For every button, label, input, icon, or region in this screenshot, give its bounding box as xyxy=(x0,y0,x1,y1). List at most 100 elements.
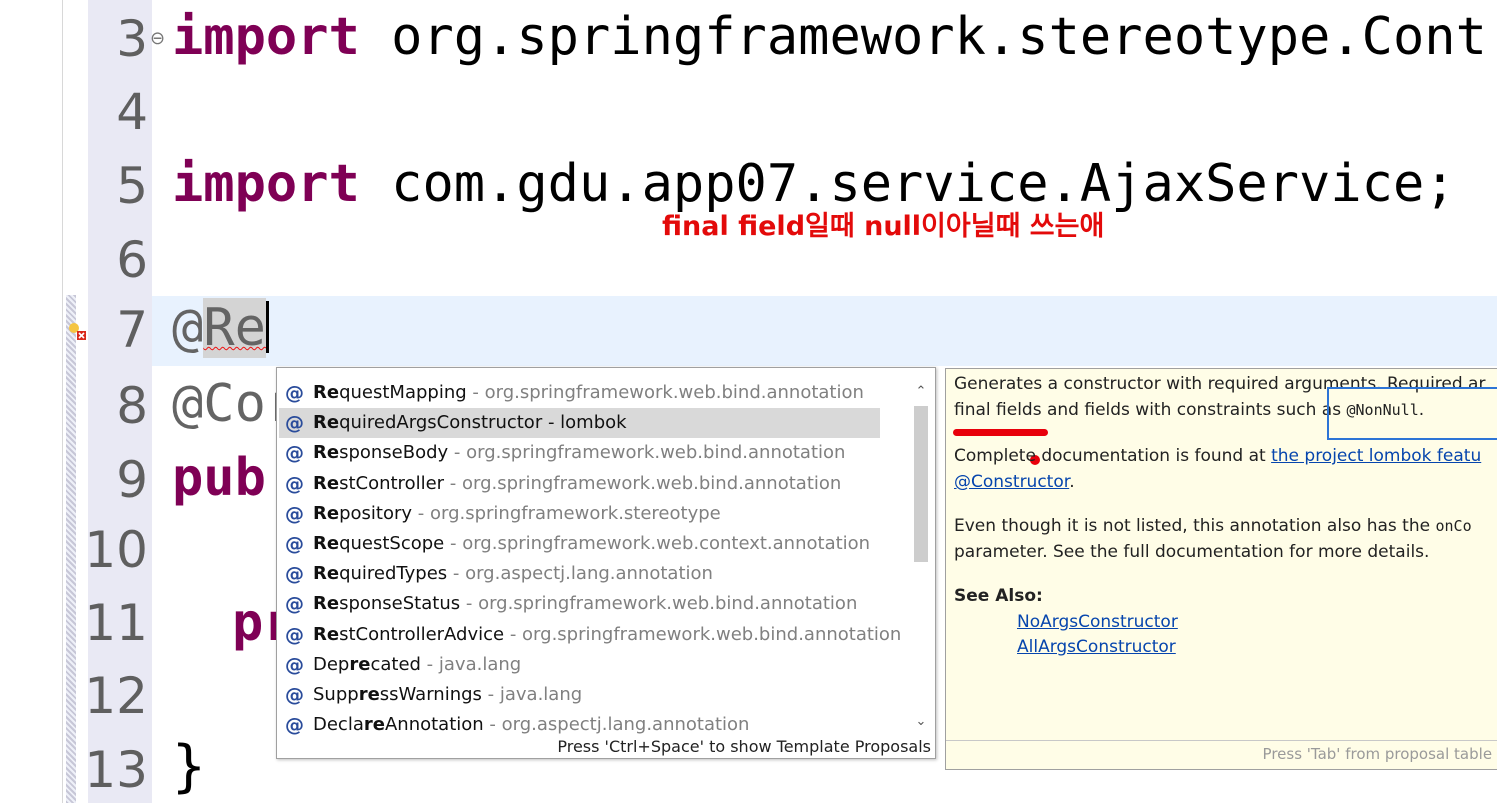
proposal-item[interactable]: @ Repository - org.springframework.stereo… xyxy=(277,499,907,529)
line-number: 8 xyxy=(116,377,148,435)
proposal-item[interactable]: @ SuppressWarnings - java.lang xyxy=(277,680,907,710)
see-also-link-allargs[interactable]: AllArgsConstructor xyxy=(1017,634,1176,660)
proposal-item[interactable]: @ RequestScope - org.springframework.web.… xyxy=(277,529,907,559)
proposal-item-selected[interactable]: @ RequiredArgsConstructor - lombok xyxy=(279,408,880,439)
line-number: 11 xyxy=(84,594,148,652)
annotation-icon: @ xyxy=(285,653,304,676)
proposal-name: Annotation xyxy=(384,714,484,736)
proposal-package: - org.springframework.web.bind.annotatio… xyxy=(444,472,842,494)
proposal-name: questMapping xyxy=(339,382,467,403)
code-line-13[interactable]: } xyxy=(172,736,206,798)
proposal-item[interactable]: @ ResponseBody - org.springframework.web.… xyxy=(277,438,907,468)
proposal-name: stControllerAdvice xyxy=(339,623,505,645)
match-text: Re xyxy=(313,472,340,494)
proposal-name: questScope xyxy=(339,532,445,554)
lombok-feature-link[interactable]: the project lombok featu xyxy=(1271,446,1481,466)
proposal-package: - org.aspectj.lang.annotation xyxy=(447,563,713,585)
proposal-package: - org.springframework.web.bind.annotatio… xyxy=(466,382,864,403)
proposal-name: Dep xyxy=(313,653,350,675)
line-number: 13 xyxy=(84,741,148,799)
handwritten-note: final field일때 null이아닐때 쓰는애 xyxy=(662,211,1105,242)
proposal-item[interactable]: @ DeclareAnnotation - org.aspectj.lang.an… xyxy=(277,710,907,740)
allargs-link[interactable]: AllArgsConstructor xyxy=(1017,637,1176,657)
underline-mark xyxy=(953,429,1048,436)
javadoc-hover[interactable]: Generates a constructor with required ar… xyxy=(945,368,1497,770)
keyword: pub xyxy=(172,448,266,508)
annotation-icon: @ xyxy=(285,502,304,525)
line-number: 3 xyxy=(116,10,148,68)
proposal-package: - org.aspectj.lang.annotation xyxy=(483,714,750,736)
code-line-7[interactable]: @Re xyxy=(172,297,269,359)
proposal-name: quiredTypes xyxy=(339,563,448,585)
proposal-package: - org.springframework.stereotype xyxy=(412,502,721,524)
proposal-package: - org.springframework.web.context.annota… xyxy=(444,532,871,554)
proposal-name: quiredArgsConstructor xyxy=(339,412,543,434)
match-text: re xyxy=(349,653,371,675)
proposal-item[interactable]: @ RequestMapping - org.springframework.we… xyxy=(277,378,907,408)
text-caret xyxy=(265,301,269,353)
match-text: Re xyxy=(313,593,340,615)
proposal-scrollbar[interactable]: ⌃ ⌄ xyxy=(911,380,931,730)
annotation-icon: @ xyxy=(285,563,304,586)
proposal-name: sponseStatus xyxy=(339,593,461,615)
proposal-package: - java.lang xyxy=(481,683,583,705)
scroll-down-icon[interactable]: ⌄ xyxy=(913,714,929,730)
proposal-item[interactable]: @ ResponseStatus - org.springframework.we… xyxy=(277,589,907,619)
line-number: 12 xyxy=(84,667,148,725)
doc-line: @Constructor. xyxy=(954,469,1075,495)
annotation-icon: @ xyxy=(285,593,304,616)
annotation-icon: @ xyxy=(285,532,304,555)
proposal-item[interactable]: @ RestControllerAdvice - org.springframew… xyxy=(277,620,907,650)
constructor-link[interactable]: @Constructor xyxy=(954,472,1069,492)
fold-collapse-icon[interactable]: ⊖ xyxy=(150,28,165,49)
doc-code: onCo xyxy=(1435,517,1472,535)
proposal-status-hint: Press 'Ctrl+Space' to show Template Prop… xyxy=(557,737,931,756)
see-also-link-noargs[interactable]: NoArgsConstructor xyxy=(1017,609,1178,635)
proposal-name: sponseBody xyxy=(339,442,449,464)
change-marker-strip xyxy=(66,295,76,803)
proposal-list[interactable]: @ RequestMapping - org.springframework.we… xyxy=(277,378,907,740)
proposal-package: - org.springframework.web.bind.annotatio… xyxy=(504,623,902,645)
proposal-name: cated xyxy=(370,653,421,675)
match-text: Re xyxy=(313,382,340,403)
proposal-package: - lombok xyxy=(542,412,627,434)
code-line-9[interactable]: pub xyxy=(172,447,266,509)
code-line-3[interactable]: import org.springframework.stereotype.Co… xyxy=(172,6,1487,68)
proposal-name: Decla xyxy=(313,714,364,736)
annotation-icon: @ xyxy=(285,412,304,435)
doc-text: Even though it is not listed, this annot… xyxy=(954,516,1436,536)
annotation-icon: @ xyxy=(285,472,304,495)
typed-prefix: Re xyxy=(203,298,266,358)
doc-line: Even though it is not listed, this annot… xyxy=(954,513,1472,539)
editor-left-margin xyxy=(0,0,63,803)
current-line-highlight xyxy=(152,296,1497,366)
content-assist-popup[interactable]: @ RequestMapping - org.springframework.we… xyxy=(276,367,936,759)
scroll-up-icon[interactable]: ⌃ xyxy=(913,384,929,400)
line-number: 10 xyxy=(84,521,148,579)
see-also-heading: See Also: xyxy=(954,586,1043,606)
line-number: 7 xyxy=(116,301,148,359)
match-text: Re xyxy=(313,623,340,645)
proposal-name: pository xyxy=(339,502,413,524)
match-text: Re xyxy=(313,563,340,585)
proposal-item[interactable]: @ RestController - org.springframework.we… xyxy=(277,469,907,499)
annotation-icon: @ xyxy=(285,382,304,404)
proposal-name: stController xyxy=(339,472,445,494)
line-number: 6 xyxy=(116,231,148,289)
proposal-package: - org.springframework.web.bind.annotatio… xyxy=(460,593,858,615)
doc-text: . xyxy=(1069,472,1075,492)
proposal-name: Supp xyxy=(313,683,359,705)
line-number: 5 xyxy=(116,157,148,215)
quickfix-error-icon[interactable] xyxy=(67,321,87,341)
keyword: import xyxy=(172,7,360,67)
proposal-package: - org.springframework.web.bind.annotatio… xyxy=(448,442,846,464)
match-text: Re xyxy=(313,412,340,434)
doc-footer: Press 'Tab' from proposal table o xyxy=(946,740,1497,769)
proposal-item[interactable]: @ Deprecated - java.lang xyxy=(277,650,907,680)
proposal-item[interactable]: @ RequiredTypes - org.aspectj.lang.annota… xyxy=(277,559,907,589)
noargs-link[interactable]: NoArgsConstructor xyxy=(1017,612,1178,632)
proposal-package: - java.lang xyxy=(420,653,522,675)
match-text: re xyxy=(363,714,385,736)
keyword: import xyxy=(172,154,360,214)
scrollbar-thumb[interactable] xyxy=(914,406,928,562)
